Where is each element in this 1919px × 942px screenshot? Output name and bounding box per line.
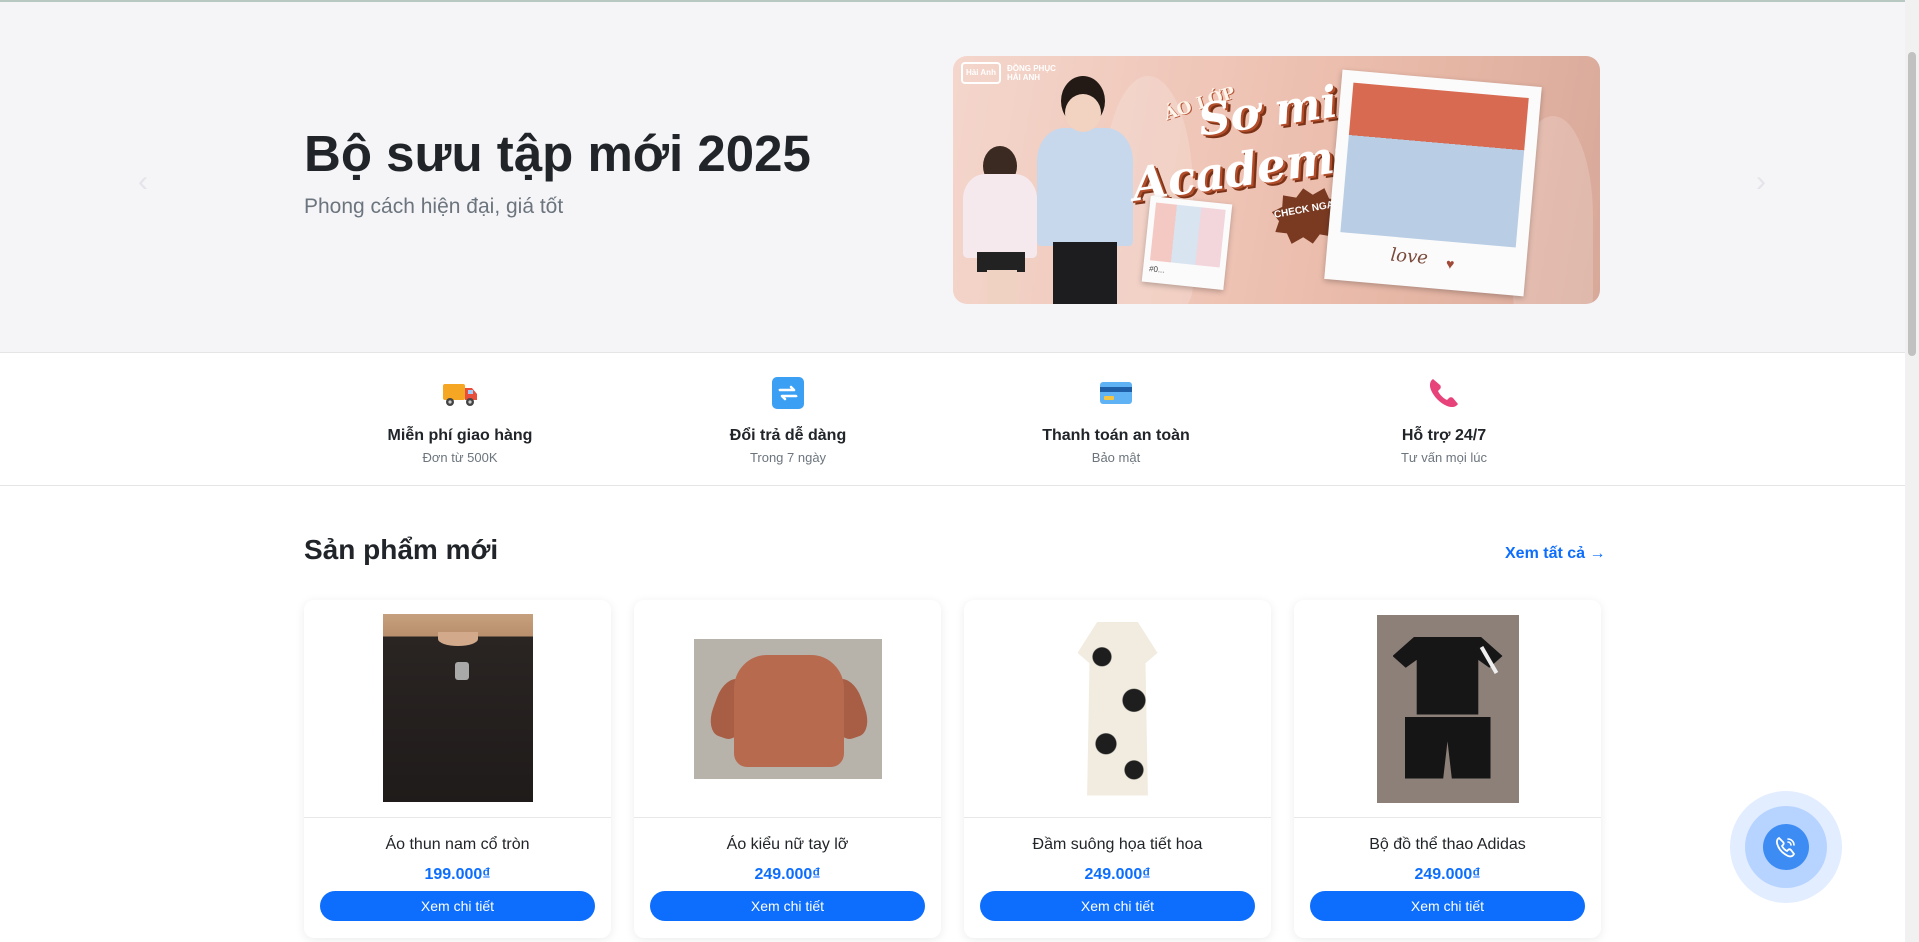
phone-icon [1280, 371, 1608, 415]
brand-logo: Hải Anh [961, 62, 1001, 84]
features-bar: Miễn phí giao hàng Đơn từ 500K Đổi trả d… [0, 352, 1905, 486]
brand-line-2: HẢI ANH [1007, 73, 1041, 82]
view-details-button[interactable]: Xem chi tiết [320, 891, 595, 921]
feature-title: Đổi trả dễ dàng [729, 427, 847, 444]
credit-card-icon [952, 371, 1280, 415]
feature-title: Miễn phí giao hàng [387, 427, 533, 444]
product-name: Áo kiểu nữ tay lỡ [726, 836, 849, 853]
feature-free-shipping: Miễn phí giao hàng Đơn từ 500K [296, 371, 624, 465]
product-price: 249.000₫ [754, 866, 821, 883]
product-card[interactable]: Đầm suông họa tiết hoa 249.000₫ Xem chi … [964, 600, 1271, 938]
feature-subtitle: Tư vấn mọi lúc [1400, 450, 1487, 465]
hero-subtitle: Phong cách hiện đại, giá tốt [304, 195, 564, 218]
banner-small-polaroid: #0... [1141, 195, 1233, 291]
product-card[interactable]: Áo thun nam cổ tròn 199.000₫ Xem chi tiế… [304, 600, 611, 938]
product-price: 249.000₫ [1084, 866, 1151, 883]
product-card[interactable]: Bộ đồ thể thao Adidas 249.000₫ Xem chi t… [1294, 600, 1601, 938]
banner-big-polaroid: love ♥ [1324, 69, 1542, 297]
product-image[interactable] [1294, 600, 1601, 818]
product-name: Bộ đồ thể thao Adidas [1369, 836, 1526, 853]
exchange-arrows-icon [624, 371, 952, 415]
scrollbar-thumb[interactable] [1908, 52, 1916, 356]
feature-secure-payment: Thanh toán an toàn Bảo mật [952, 371, 1280, 465]
product-price: 199.000₫ [424, 866, 491, 883]
delivery-truck-icon [296, 371, 624, 415]
product-card[interactable]: Áo kiểu nữ tay lỡ 249.000₫ Xem chi tiết [634, 600, 941, 938]
new-products-title: Sản phẩm mới [304, 534, 499, 565]
feature-subtitle: Bảo mật [1091, 450, 1141, 465]
carousel-next-button[interactable]: › [1746, 167, 1776, 197]
brand-line-1: ĐỒNG PHỤC [1007, 64, 1056, 73]
feature-easy-returns: Đổi trả dễ dàng Trong 7 ngày [624, 371, 952, 465]
feature-title: Thanh toán an toàn [1042, 427, 1190, 444]
banner-brand: Hải Anh ĐỒNG PHỤC HẢI ANH [961, 62, 1056, 84]
feature-support: Hỗ trợ 24/7 Tư vấn mọi lúc [1280, 371, 1608, 465]
product-name: Áo thun nam cổ tròn [385, 836, 530, 853]
product-image[interactable] [634, 600, 941, 818]
view-details-button[interactable]: Xem chi tiết [650, 891, 925, 921]
product-image[interactable] [304, 600, 611, 818]
heart-icon: ♥ [1445, 255, 1456, 273]
page-scrollbar[interactable] [1905, 0, 1919, 942]
product-name: Đầm suông họa tiết hoa [1032, 836, 1203, 853]
view-details-button[interactable]: Xem chi tiết [1310, 891, 1585, 921]
feature-title: Hỗ trợ 24/7 [1401, 427, 1487, 444]
product-image[interactable] [964, 600, 1271, 818]
product-price: 249.000₫ [1414, 866, 1481, 883]
polaroid-caption: love [1389, 244, 1429, 269]
small-polaroid-caption: #0... [1148, 264, 1166, 275]
floating-call-button[interactable] [1763, 824, 1809, 870]
view-details-button[interactable]: Xem chi tiết [980, 891, 1255, 921]
phone-call-icon [1776, 836, 1796, 858]
hero-banner-image: Hải Anh ĐỒNG PHỤC HẢI ANH ÁO LỚP Sơ mi A… [953, 56, 1600, 304]
feature-subtitle: Trong 7 ngày [749, 450, 827, 465]
view-all-link[interactable]: Xem tất cả → [1505, 545, 1605, 563]
hero-carousel: ‹ › Bộ sưu tập mới 2025 Phong cách hiện … [0, 2, 1905, 352]
carousel-prev-button[interactable]: ‹ [128, 167, 158, 197]
feature-subtitle: Đơn từ 500K [422, 450, 498, 465]
hero-title: Bộ sưu tập mới 2025 [304, 125, 811, 182]
